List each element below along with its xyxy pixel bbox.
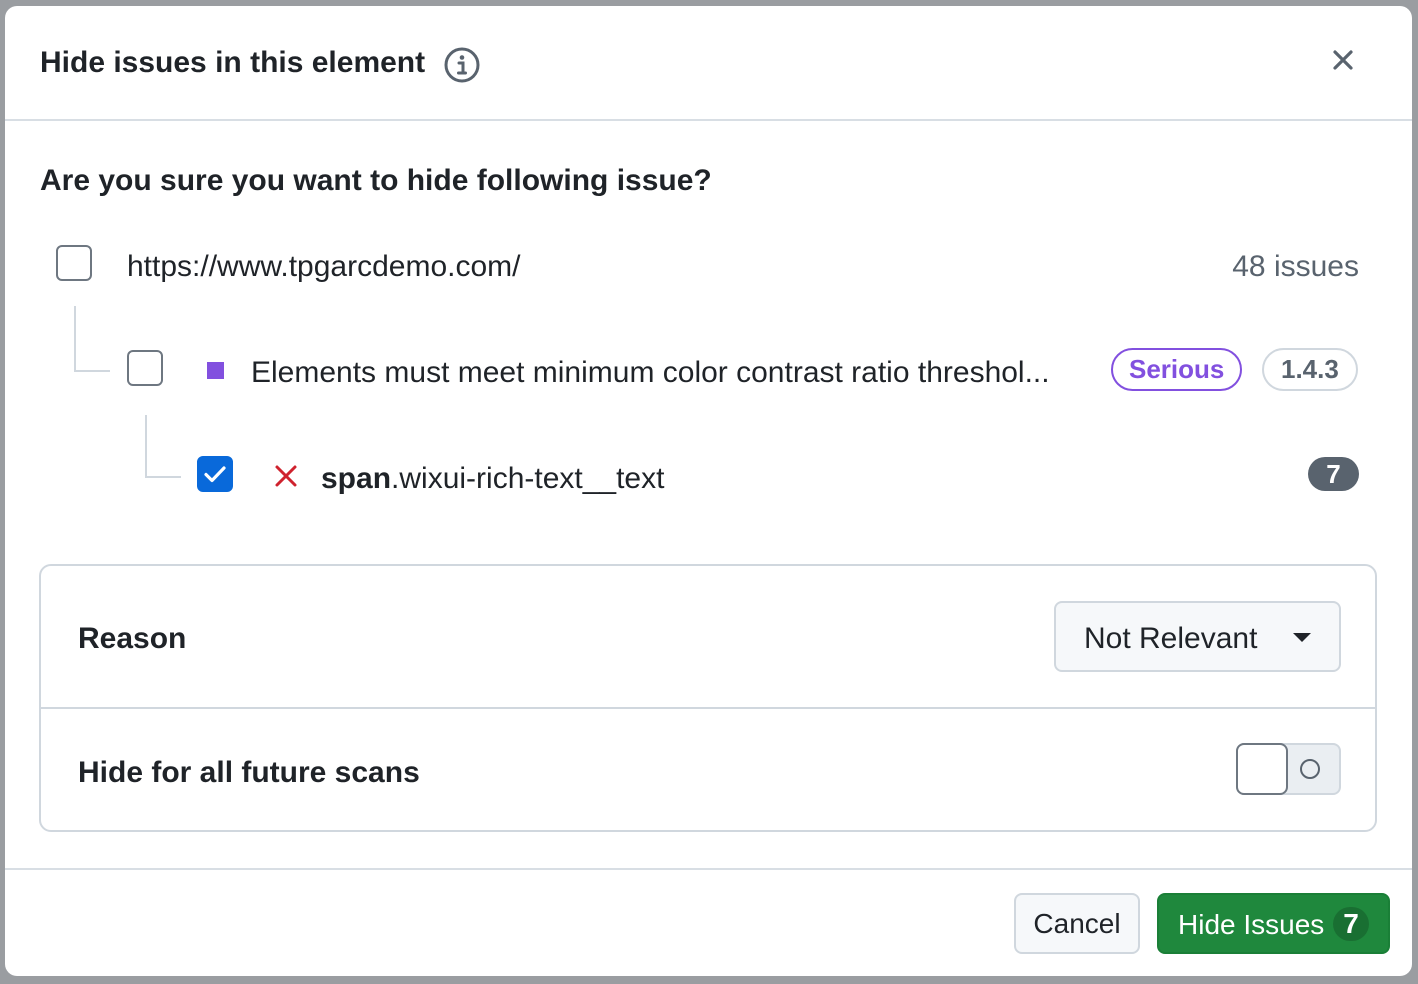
element-tag: span — [321, 462, 392, 495]
future-scans-toggle[interactable] — [1236, 743, 1341, 795]
hide-settings-panel: Reason Not Relevant Hide for all future … — [39, 564, 1377, 832]
hide-issues-button[interactable]: Hide Issues 7 — [1157, 893, 1390, 954]
rule-checkbox[interactable] — [127, 350, 163, 386]
url-checkbox[interactable] — [56, 245, 92, 281]
checkmark-icon — [204, 466, 226, 483]
url-label: https://www.tpgarcdemo.com/ — [127, 250, 521, 283]
severity-badge: Serious — [1111, 348, 1243, 391]
severity-marker — [207, 362, 224, 379]
tree-connector — [74, 306, 110, 372]
chevron-down-icon — [1293, 633, 1311, 642]
toggle-knob — [1236, 743, 1288, 795]
element-checkbox[interactable] — [197, 456, 233, 492]
close-icon[interactable] — [1323, 40, 1363, 80]
dialog-title: Hide issues in this element — [40, 46, 426, 79]
future-scans-label: Hide for all future scans — [78, 756, 420, 789]
footer-divider — [5, 868, 1412, 870]
settings-divider — [41, 707, 1375, 709]
reason-value: Not Relevant — [1084, 622, 1258, 655]
confirm-question: Are you sure you want to hide following … — [40, 164, 712, 197]
reason-select[interactable]: Not Relevant — [1054, 601, 1341, 672]
cancel-button[interactable]: Cancel — [1014, 893, 1140, 954]
tree-connector — [145, 415, 181, 478]
reason-label: Reason — [78, 622, 187, 655]
criterion-badge: 1.4.3 — [1262, 348, 1358, 391]
hide-issues-dialog: Hide issues in this element Are you sure… — [5, 6, 1412, 976]
element-issue-count: 7 — [1308, 457, 1359, 491]
hide-issues-count: 7 — [1333, 907, 1369, 941]
x-icon — [275, 465, 297, 487]
dialog-header: Hide issues in this element — [5, 6, 1412, 121]
toggle-off-icon — [1300, 759, 1320, 779]
url-issue-count: 48 issues — [1232, 250, 1359, 283]
info-icon[interactable] — [443, 46, 481, 84]
hide-issues-label: Hide Issues — [1178, 909, 1325, 940]
element-class: .wixui-rich-text__text — [391, 462, 665, 495]
rule-label: Elements must meet minimum color contras… — [251, 356, 1050, 389]
element-selector: span.wixui-rich-text__text — [321, 462, 664, 496]
